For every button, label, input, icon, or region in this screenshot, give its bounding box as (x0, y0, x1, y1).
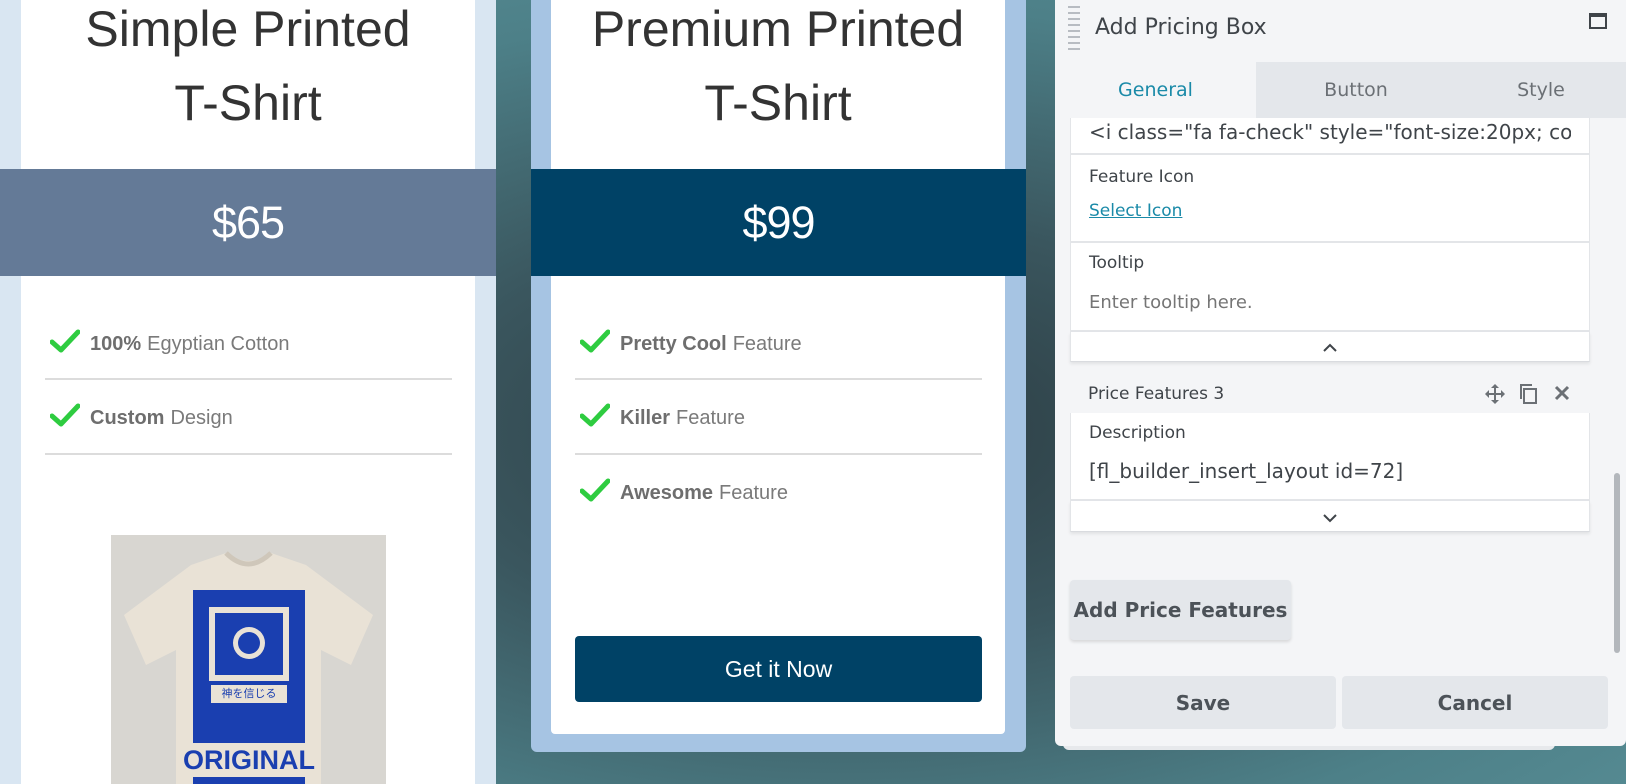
feature-divider (45, 453, 452, 455)
price-features-3-title: Price Features 3 (1088, 384, 1225, 404)
check-icon (579, 329, 612, 359)
card-2-feature-3: Awesome Feature (579, 473, 788, 513)
select-icon-link[interactable]: Select Icon (1089, 201, 1182, 221)
tab-button[interactable]: Button (1256, 62, 1456, 118)
tab-general[interactable]: General (1055, 62, 1256, 118)
feature-icon-label: Feature Icon (1089, 167, 1195, 187)
cancel-button[interactable]: Cancel (1342, 676, 1608, 729)
card-2-title-line-2: T-Shirt (704, 75, 852, 131)
feature-icon-row: Feature Icon Select Icon (1070, 155, 1590, 243)
tshirt-small-text: 神を信じる (221, 688, 277, 700)
expand-row[interactable] (1070, 501, 1590, 532)
add-price-features-button[interactable]: Add Price Features (1070, 580, 1291, 640)
get-it-now-button[interactable]: Get it Now (575, 636, 982, 702)
card-2-feature-1: Pretty Cool Feature (579, 324, 802, 364)
tab-style[interactable]: Style (1456, 62, 1626, 118)
drag-handle-icon[interactable] (1068, 6, 1080, 52)
scrollbar-track[interactable] (1612, 118, 1622, 738)
price-features-3-header: Price Features 3 (1070, 376, 1588, 412)
tooltip-input[interactable] (1089, 287, 1569, 317)
card-1-feature-2: Custom Design (49, 398, 233, 438)
collapse-row[interactable] (1070, 332, 1590, 362)
card-1-title: Simple Printed T-Shirt (21, 0, 475, 140)
check-icon (49, 329, 82, 359)
card-2-title: Premium Printed T-Shirt (551, 0, 1005, 140)
scrollbar-thumb[interactable] (1614, 473, 1620, 653)
card-1-feature-1: 100% Egyptian Cotton (49, 324, 289, 364)
move-icon[interactable] (1484, 383, 1506, 409)
description-row: Description [fl_builder_insert_layout id… (1070, 413, 1590, 501)
chevron-down-icon[interactable] (1322, 509, 1338, 528)
check-icon (579, 478, 612, 508)
feature-divider (575, 453, 982, 455)
description-field[interactable]: [fl_builder_insert_layout id=72] (1089, 459, 1403, 483)
card-2-title-line-1: Premium Printed (591, 1, 965, 57)
card-1-title-line-1: Simple Printed (85, 1, 411, 57)
copy-icon[interactable] (1518, 383, 1538, 409)
tshirt-print-text: ORIGINAL (183, 743, 315, 777)
card-2-price-banner: $99 (531, 169, 1026, 276)
close-icon[interactable] (1553, 384, 1571, 406)
tooltip-label: Tooltip (1089, 253, 1145, 273)
chevron-up-icon[interactable] (1322, 338, 1338, 357)
tooltip-row: Tooltip (1070, 243, 1590, 332)
card-1-price: $65 (211, 197, 285, 248)
icon-html-row: <i class="fa fa-check" style="font-size:… (1070, 118, 1590, 155)
icon-html-field[interactable]: <i class="fa fa-check" style="font-size:… (1089, 115, 1571, 149)
save-button[interactable]: Save (1070, 676, 1336, 729)
card-1-price-banner: $65 (0, 169, 496, 276)
add-pricing-box-panel: Add Pricing Box General Button Style <i … (1055, 0, 1626, 746)
card-2-price: $99 (742, 197, 815, 248)
tshirt-image: 神を信じる ORIGINAL (111, 535, 386, 784)
check-icon (579, 403, 612, 433)
maximize-icon[interactable] (1589, 13, 1607, 29)
card-1-title-line-2: T-Shirt (174, 75, 322, 131)
panel-title: Add Pricing Box (1095, 15, 1267, 40)
check-icon (49, 403, 82, 433)
description-label: Description (1089, 423, 1186, 443)
card-2-feature-2: Killer Feature (579, 398, 745, 438)
feature-divider (45, 378, 452, 380)
feature-divider (575, 378, 982, 380)
